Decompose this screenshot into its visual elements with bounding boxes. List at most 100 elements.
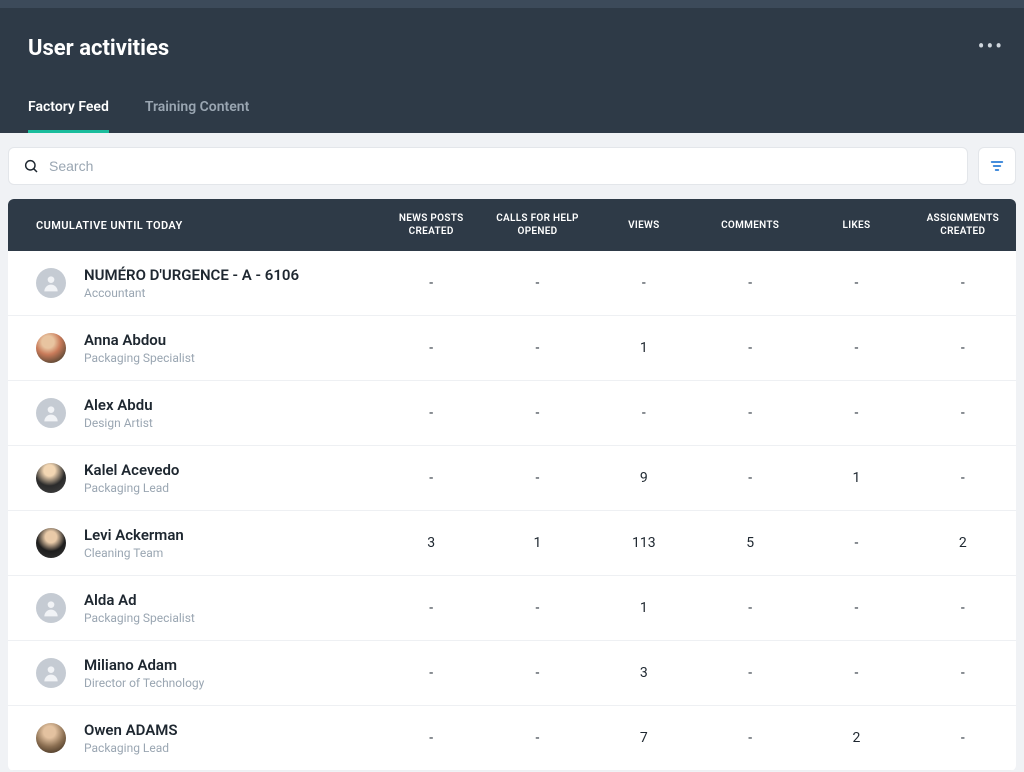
table-row[interactable]: Owen ADAMSPackaging Lead--7-2- — [8, 706, 1016, 771]
table-cell: - — [378, 405, 484, 421]
avatar — [36, 658, 66, 688]
avatar — [36, 528, 66, 558]
table-cell: - — [803, 665, 909, 681]
table-cell: - — [378, 600, 484, 616]
table-cell: 1 — [591, 600, 697, 616]
table-cell: - — [697, 340, 803, 356]
table-row[interactable]: Miliano AdamDirector of Technology--3--- — [8, 641, 1016, 706]
user-meta: Kalel AcevedoPackaging Lead — [84, 461, 179, 495]
filter-button[interactable] — [978, 147, 1016, 185]
table-cell: - — [484, 730, 590, 746]
search-box[interactable] — [8, 147, 968, 185]
avatar — [36, 333, 66, 363]
table-cell: - — [697, 275, 803, 291]
column-header: VIEWS — [591, 219, 697, 232]
table-cell: - — [697, 730, 803, 746]
table-row[interactable]: Alex AbduDesign Artist------ — [8, 381, 1016, 446]
user-cell: Alda Ad Packaging Specialist — [8, 591, 378, 625]
user-meta: Owen ADAMS Packaging Lead — [84, 721, 178, 755]
column-header: COMMENTS — [697, 219, 803, 232]
column-header: NEWS POSTS CREATED — [378, 212, 484, 238]
user-role: Director of Technology — [84, 676, 204, 690]
table-cell: - — [484, 275, 590, 291]
table-cell: 1 — [803, 470, 909, 486]
table-row[interactable]: Levi AckermanCleaning Team311135-2 — [8, 511, 1016, 576]
table-cell: - — [484, 600, 590, 616]
more-menu-button[interactable]: ••• — [978, 36, 1004, 56]
user-meta: Anna AbdouPackaging Specialist — [84, 331, 195, 365]
filter-icon — [989, 158, 1005, 174]
user-name: Owen ADAMS — [84, 721, 178, 739]
user-cell: Alex Abdu Design Artist — [8, 396, 378, 430]
column-header: LIKES — [803, 219, 909, 232]
tab-label: Factory Feed — [28, 99, 109, 115]
table-cell: - — [910, 470, 1016, 486]
dots-horizontal-icon: ••• — [978, 34, 1004, 58]
table-cell: 9 — [591, 470, 697, 486]
user-name: Miliano Adam — [84, 656, 204, 674]
user-cell: NUMÉRO D'URGENCE - A - 6106 Accountant — [8, 266, 378, 300]
table-cell: 5 — [697, 535, 803, 551]
user-cell: Owen ADAMS Packaging Lead — [8, 721, 378, 755]
table-cell: - — [910, 665, 1016, 681]
table-cell: 1 — [591, 340, 697, 356]
tab-training-content[interactable]: Training Content — [145, 99, 249, 133]
user-meta: Miliano Adam Director of Technology — [84, 656, 204, 690]
table-body: NUMÉRO D'URGENCE - A - 6106Accountant---… — [8, 251, 1016, 771]
user-role: Packaging Specialist — [84, 611, 195, 625]
table-cell: - — [803, 340, 909, 356]
avatar — [36, 723, 66, 753]
page-title: User activities — [28, 36, 996, 61]
table-cell: 2 — [910, 535, 1016, 551]
table-cell: 2 — [803, 730, 909, 746]
column-header: CALLS FOR HELP OPENED — [484, 212, 590, 238]
table-cell: - — [378, 730, 484, 746]
user-cell: Miliano Adam Director of Technology — [8, 656, 378, 690]
tab-label: Training Content — [145, 99, 249, 115]
table-cell: - — [697, 405, 803, 421]
user-role: Cleaning Team — [84, 546, 184, 560]
user-role: Design Artist — [84, 416, 153, 430]
table-cell: - — [591, 275, 697, 291]
table-row[interactable]: NUMÉRO D'URGENCE - A - 6106Accountant---… — [8, 251, 1016, 316]
table-cell: - — [803, 600, 909, 616]
table-cell: - — [484, 470, 590, 486]
table-row[interactable]: Alda AdPackaging Specialist--1--- — [8, 576, 1016, 641]
tab-factory-feed[interactable]: Factory Feed — [28, 99, 109, 133]
table-row[interactable]: Kalel AcevedoPackaging Lead--9-1- — [8, 446, 1016, 511]
column-header-user: CUMULATIVE UNTIL TODAY — [8, 219, 378, 232]
table-cell: - — [378, 275, 484, 291]
table-cell: - — [378, 470, 484, 486]
table-cell: - — [697, 600, 803, 616]
table-cell: - — [803, 275, 909, 291]
table-cell: - — [591, 405, 697, 421]
user-meta: Levi AckermanCleaning Team — [84, 526, 184, 560]
table-cell: - — [484, 665, 590, 681]
user-meta: Alex Abdu Design Artist — [84, 396, 153, 430]
toolbar — [0, 133, 1024, 199]
user-name: Alda Ad — [84, 591, 195, 609]
table-cell: - — [697, 665, 803, 681]
table-cell: - — [378, 340, 484, 356]
user-cell: Levi AckermanCleaning Team — [8, 526, 378, 560]
table-cell: - — [803, 405, 909, 421]
search-input[interactable] — [49, 158, 953, 174]
table-cell: 1 — [484, 535, 590, 551]
user-activities-table: CUMULATIVE UNTIL TODAY NEWS POSTS CREATE… — [8, 199, 1016, 771]
table-cell: - — [697, 470, 803, 486]
user-meta: NUMÉRO D'URGENCE - A - 6106 Accountant — [84, 266, 299, 300]
user-meta: Alda Ad Packaging Specialist — [84, 591, 195, 625]
user-role: Packaging Lead — [84, 481, 179, 495]
table-cell: - — [484, 405, 590, 421]
user-name: Alex Abdu — [84, 396, 153, 414]
table-cell: - — [484, 340, 590, 356]
table-cell: - — [803, 535, 909, 551]
user-role: Accountant — [84, 286, 299, 300]
user-role: Packaging Lead — [84, 741, 178, 755]
user-name: NUMÉRO D'URGENCE - A - 6106 — [84, 266, 299, 284]
user-name: Anna Abdou — [84, 331, 195, 349]
table-cell: 3 — [591, 665, 697, 681]
table-row[interactable]: Anna AbdouPackaging Specialist--1--- — [8, 316, 1016, 381]
top-strip — [0, 0, 1024, 8]
page-header: User activities ••• Factory Feed Trainin… — [0, 8, 1024, 133]
